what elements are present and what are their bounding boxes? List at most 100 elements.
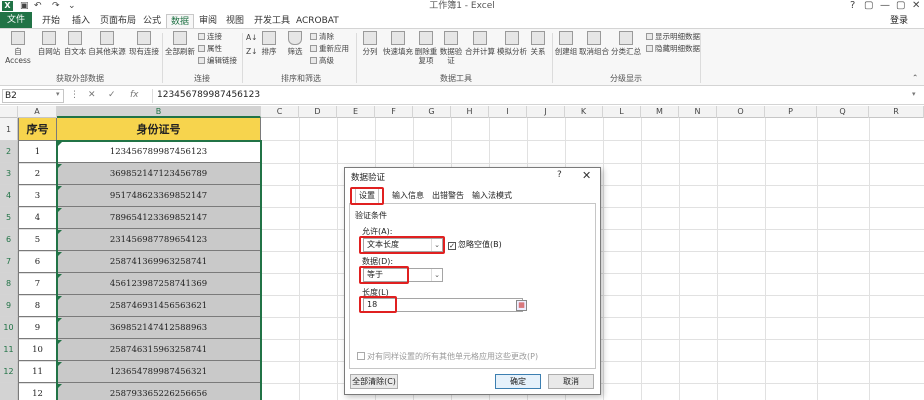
data-operator-select[interactable]: 等于 ⌄ xyxy=(363,268,443,282)
error-indicator-icon[interactable] xyxy=(58,340,62,344)
table-cell-id[interactable]: 123456789987456123 xyxy=(57,141,261,163)
apply-to-all-checkbox[interactable]: 对有同样设置的所有其他单元格应用这些更改(P) xyxy=(357,351,538,362)
table-cell-index[interactable]: 5 xyxy=(18,229,57,251)
row-header[interactable]: 5 xyxy=(0,207,18,229)
reapply-button[interactable]: 重新应用 xyxy=(310,44,349,54)
error-indicator-icon[interactable] xyxy=(58,296,62,300)
table-cell-index[interactable]: 9 xyxy=(18,317,57,339)
connections-button[interactable]: 连接 xyxy=(198,32,222,42)
name-box-dropdown-icon[interactable]: ▾ xyxy=(56,90,60,98)
sort-ascending-button[interactable]: A↓ xyxy=(246,33,257,43)
ok-button[interactable]: 确定 xyxy=(495,374,541,389)
tab-error-alert[interactable]: 出错警告 xyxy=(429,190,467,202)
from-text-button[interactable]: 自文本 xyxy=(62,31,88,56)
column-header[interactable]: K xyxy=(565,106,603,118)
from-web-button[interactable]: 自网站 xyxy=(36,31,62,56)
clear-all-button[interactable]: 全部清除(C) xyxy=(350,374,398,389)
table-cell-index[interactable]: 12 xyxy=(18,383,57,400)
tab-data[interactable]: 数据 xyxy=(166,14,194,28)
subtotal-button[interactable]: 分类汇总 xyxy=(610,31,642,56)
range-select-icon[interactable]: ▦ xyxy=(516,300,527,311)
name-box[interactable]: B2 xyxy=(2,89,64,103)
error-indicator-icon[interactable] xyxy=(58,142,62,146)
length-input[interactable]: 18 xyxy=(363,298,523,312)
tab-view[interactable]: 视图 xyxy=(224,14,246,28)
minimize-icon[interactable]: — xyxy=(880,0,890,12)
table-cell-index[interactable]: 4 xyxy=(18,207,57,229)
row-header[interactable]: 3 xyxy=(0,163,18,185)
row-header[interactable] xyxy=(0,383,18,400)
table-cell-id[interactable]: 258746315963258741 xyxy=(57,339,261,361)
tab-developer[interactable]: 开发工具 xyxy=(252,14,292,28)
allow-select[interactable]: 文本长度 ⌄ xyxy=(363,238,443,252)
column-header[interactable]: D xyxy=(299,106,337,118)
error-indicator-icon[interactable] xyxy=(58,186,62,190)
row-header[interactable]: 9 xyxy=(0,295,18,317)
from-other-sources-button[interactable]: 自其他来源 xyxy=(88,31,126,56)
close-icon[interactable]: ✕ xyxy=(912,0,920,12)
table-cell-index[interactable]: 6 xyxy=(18,251,57,273)
column-header[interactable]: C xyxy=(261,106,299,118)
table-cell-id[interactable]: 456123987258741369 xyxy=(57,273,261,295)
column-header[interactable]: I xyxy=(489,106,527,118)
login-link[interactable]: 登录 xyxy=(890,14,908,28)
tab-formulas[interactable]: 公式 xyxy=(140,14,164,28)
cancel-icon[interactable]: ✕ xyxy=(88,90,96,100)
row-header[interactable]: 2 xyxy=(0,141,18,163)
table-cell-id[interactable]: 258746931456563621 xyxy=(57,295,261,317)
table-cell-id[interactable]: 231456987789654123 xyxy=(57,229,261,251)
resize-handle-icon[interactable]: ⋮ xyxy=(70,90,79,100)
dialog-close-button[interactable]: ✕ xyxy=(582,169,591,182)
hide-detail-button[interactable]: 隐藏明细数据 xyxy=(646,44,700,54)
clear-filter-button[interactable]: 清除 xyxy=(310,32,334,42)
table-cell-id[interactable]: 123654789987456321 xyxy=(57,361,261,383)
error-indicator-icon[interactable] xyxy=(58,362,62,366)
column-header[interactable]: O xyxy=(717,106,765,118)
column-header[interactable]: Q xyxy=(817,106,869,118)
row-header[interactable]: 1 xyxy=(0,118,18,141)
relationships-button[interactable]: 关系 xyxy=(528,31,548,56)
from-access-button[interactable]: 自 Access xyxy=(2,31,34,65)
edit-links-button[interactable]: 编辑链接 xyxy=(198,56,237,66)
error-indicator-icon[interactable] xyxy=(58,164,62,168)
table-cell-index[interactable]: 2 xyxy=(18,163,57,185)
collapse-ribbon-icon[interactable]: ⌃ xyxy=(912,73,918,83)
table-cell-id[interactable]: 951748623369852147 xyxy=(57,185,261,207)
error-indicator-icon[interactable] xyxy=(58,208,62,212)
enter-icon[interactable]: ✓ xyxy=(108,90,116,100)
error-indicator-icon[interactable] xyxy=(58,384,62,388)
error-indicator-icon[interactable] xyxy=(58,252,62,256)
tab-ime-mode[interactable]: 输入法模式 xyxy=(469,190,515,202)
refresh-all-button[interactable]: 全部刷新 xyxy=(164,31,196,56)
column-header[interactable]: A xyxy=(18,106,57,118)
data-validation-button[interactable]: 数据验证 xyxy=(438,31,464,65)
row-header[interactable]: 6 xyxy=(0,229,18,251)
column-header[interactable]: G xyxy=(413,106,451,118)
dialog-help-button[interactable]: ? xyxy=(557,170,562,180)
insert-function-icon[interactable]: fx xyxy=(130,90,139,100)
column-header[interactable]: N xyxy=(679,106,717,118)
sort-descending-button[interactable]: Z↓ xyxy=(246,47,257,57)
table-cell-id[interactable]: 369852147412588963 xyxy=(57,317,261,339)
select-all-corner[interactable] xyxy=(0,106,18,118)
row-header[interactable]: 10 xyxy=(0,317,18,339)
ribbon-display-icon[interactable]: ▢ xyxy=(864,0,873,12)
column-header[interactable]: B xyxy=(57,106,261,118)
remove-duplicates-button[interactable]: 删除重复项 xyxy=(414,31,438,65)
row-header[interactable]: 11 xyxy=(0,339,18,361)
text-to-columns-button[interactable]: 分列 xyxy=(358,31,382,56)
table-cell-index[interactable]: 8 xyxy=(18,295,57,317)
table-cell-index[interactable]: 11 xyxy=(18,361,57,383)
table-cell-id[interactable]: 258793365226256656 xyxy=(57,383,261,400)
flash-fill-button[interactable]: 快速填充 xyxy=(382,31,414,56)
table-cell-index[interactable]: 10 xyxy=(18,339,57,361)
column-header[interactable]: M xyxy=(641,106,679,118)
column-header[interactable]: H xyxy=(451,106,489,118)
existing-connections-button[interactable]: 现有连接 xyxy=(128,31,160,56)
ungroup-button[interactable]: 取消组合 xyxy=(578,31,610,56)
column-header[interactable]: R xyxy=(869,106,924,118)
tab-acrobat[interactable]: ACROBAT xyxy=(296,14,339,28)
row-header[interactable]: 4 xyxy=(0,185,18,207)
tab-insert[interactable]: 插入 xyxy=(68,14,94,28)
advanced-filter-button[interactable]: 高级 xyxy=(310,56,334,66)
